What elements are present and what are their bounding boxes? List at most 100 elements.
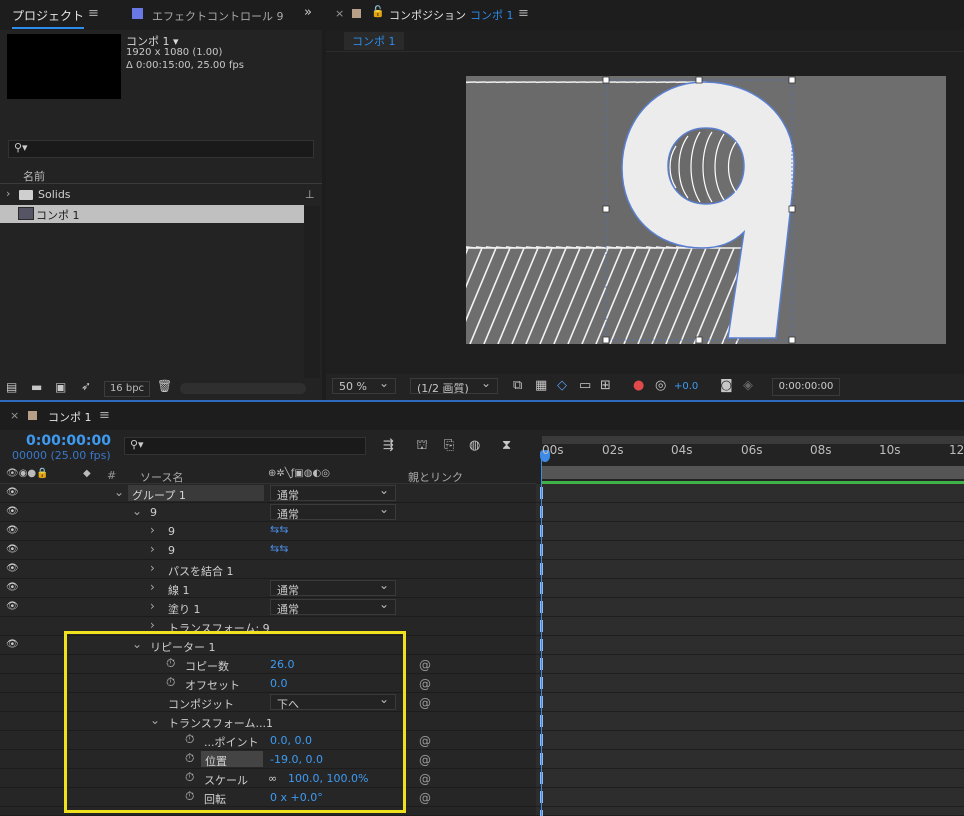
expression-spiral-icon[interactable]: @ (419, 677, 431, 691)
chevron-right-icon[interactable]: › (150, 580, 155, 594)
layer-switches-icons[interactable]: ⊕✲╲ƒ▣◍◐◎ (268, 468, 330, 479)
layer-row-stroke[interactable]: 👁 › 線 1 通常 (0, 578, 536, 598)
column-source-name[interactable]: ソース名 (140, 469, 183, 485)
mask-visibility-icon[interactable]: ◇ (557, 378, 567, 393)
blend-mode-dropdown[interactable]: 通常 (270, 597, 396, 616)
project-scrollbar[interactable] (304, 206, 320, 384)
track-row[interactable] (536, 503, 964, 522)
chevron-right-icon[interactable]: › (150, 523, 155, 537)
eye-icon[interactable]: 👁 (6, 544, 19, 556)
layer-row-group[interactable]: 👁 ⌄ グループ 1 通常 (0, 483, 536, 503)
region-of-interest-icon[interactable]: ▭ (579, 378, 591, 393)
layer-name[interactable]: 塗り 1 (168, 601, 201, 617)
color-management-icon[interactable]: ◎ (655, 378, 666, 393)
track-row[interactable] (536, 522, 964, 541)
tab-composition-name[interactable]: コンポ 1 (470, 7, 514, 23)
chevron-right-icon[interactable]: › (150, 561, 155, 575)
column-hash[interactable]: # (107, 469, 116, 482)
chevron-right-icon[interactable]: › (150, 618, 155, 632)
eye-icon[interactable]: 👁 (6, 506, 19, 518)
channels-icon[interactable]: ● (633, 378, 644, 393)
eye-icon[interactable]: 👁 (6, 582, 19, 594)
work-area-bar[interactable] (542, 466, 964, 479)
layer-name[interactable]: 9 (168, 544, 175, 557)
track-row[interactable] (536, 484, 964, 503)
chevron-right-icon[interactable]: › (150, 599, 155, 613)
track-row[interactable] (536, 598, 964, 617)
fast-previews-icon[interactable]: ⧉ (513, 378, 522, 393)
show-snapshot-icon[interactable]: ◈ (743, 378, 753, 393)
new-folder-icon[interactable]: ▬ (31, 380, 42, 394)
eye-icon[interactable]: 👁 (6, 639, 19, 651)
comp-breadcrumb[interactable]: コンポ 1 (344, 32, 404, 50)
track-row[interactable] (536, 560, 964, 579)
graph-editor-icon[interactable]: ⧗ (502, 438, 511, 453)
layer-row-fill[interactable]: 👁 › 塗り 1 通常 (0, 597, 536, 617)
hide-shy-layers-icon[interactable]: ⎘ (444, 438, 454, 453)
track-row[interactable] (536, 579, 964, 598)
layer-name[interactable]: 9 (150, 506, 157, 519)
tab-project[interactable]: プロジェクト (12, 7, 85, 29)
track-row[interactable] (536, 541, 964, 560)
chevron-down-icon[interactable]: ⌄ (114, 485, 124, 499)
render-queue-icon[interactable]: ➶ (81, 379, 91, 393)
timeline-search-input[interactable]: ⚲▾ (124, 437, 366, 455)
track-row[interactable] (536, 617, 964, 636)
comp-mini-flowchart-icon[interactable]: ⇶ (383, 438, 394, 453)
exposure-value[interactable]: +0.0 (674, 381, 698, 392)
path-direction-icon[interactable]: ⇆⇆ (270, 542, 288, 555)
layer-name[interactable]: グループ 1 (128, 485, 264, 502)
tab-timeline-comp[interactable]: コンポ 1 (48, 409, 92, 425)
panel-menu-icon[interactable]: ≡ (88, 6, 99, 21)
path-direction-icon[interactable]: ⇆⇆ (270, 523, 288, 536)
draft-3d-icon[interactable]: ⛫ (416, 438, 428, 455)
layer-row-path1[interactable]: 👁 › 9 ⇆⇆ (0, 522, 536, 541)
layer-name[interactable]: パスを結合 1 (168, 563, 234, 579)
lock-icon[interactable]: 🔓 (371, 5, 385, 18)
tab-effect-controls[interactable]: エフェクトコントロール 9 (152, 8, 284, 24)
track-row[interactable] (536, 750, 964, 769)
chevron-right-icon[interactable]: › (150, 542, 155, 556)
close-icon[interactable]: × (10, 409, 19, 422)
snapshot-icon[interactable]: ◙ (720, 378, 733, 393)
panel-menu-icon[interactable]: ≡ (518, 6, 529, 21)
grid-guides-icon[interactable]: ⊞ (600, 378, 611, 393)
project-item-solids[interactable]: › Solids (0, 186, 304, 204)
layer-row-path2[interactable]: 👁 › 9 ⇆⇆ (0, 541, 536, 560)
project-search-input[interactable]: ⚲▾ (8, 140, 314, 158)
track-row[interactable] (536, 674, 964, 693)
motion-blur-icon[interactable]: ◍ (469, 438, 480, 453)
chevron-right-icon[interactable]: › (6, 187, 10, 200)
expression-spiral-icon[interactable]: @ (419, 696, 431, 710)
project-item-comp[interactable]: コンポ 1 (0, 205, 304, 223)
expression-spiral-icon[interactable]: @ (419, 791, 431, 805)
new-composition-icon[interactable]: ▣ (55, 380, 66, 394)
transparency-grid-icon[interactable]: ▦ (535, 378, 547, 393)
track-row[interactable] (536, 807, 964, 816)
zoom-dropdown[interactable]: 50 % (332, 376, 396, 394)
track-row[interactable] (536, 769, 964, 788)
expression-spiral-icon[interactable]: @ (419, 772, 431, 786)
track-row[interactable] (536, 731, 964, 750)
project-hscrollbar[interactable] (180, 383, 306, 394)
layer-name[interactable]: 9 (168, 525, 175, 538)
playhead-line[interactable] (541, 460, 542, 816)
layer-row-nine[interactable]: 👁 ⌄ 9 通常 (0, 502, 536, 522)
chevron-down-icon[interactable]: ⌄ (132, 504, 142, 518)
track-row[interactable] (536, 693, 964, 712)
eye-icon[interactable]: 👁 (6, 525, 19, 537)
bpc-button[interactable]: 16 bpc (104, 381, 150, 397)
close-icon[interactable]: × (335, 7, 344, 20)
expression-spiral-icon[interactable]: @ (419, 753, 431, 767)
tab-composition-prefix[interactable]: コンポジション (389, 7, 466, 23)
panel-overflow-icon[interactable]: » (304, 5, 312, 20)
label-tag-icon[interactable]: ◆ (83, 468, 91, 479)
av-switches-icon[interactable]: 👁◉●🔒 (6, 468, 49, 479)
viewer-timecode[interactable]: 0:00:00:00 (772, 378, 840, 396)
track-row[interactable] (536, 712, 964, 731)
interpret-footage-icon[interactable]: ▤ (6, 380, 17, 394)
current-timecode[interactable]: 0:00:00:00 (26, 433, 111, 449)
eye-icon[interactable]: 👁 (6, 563, 19, 575)
blend-mode-dropdown[interactable]: 通常 (270, 578, 396, 597)
eye-icon[interactable]: 👁 (6, 601, 19, 613)
